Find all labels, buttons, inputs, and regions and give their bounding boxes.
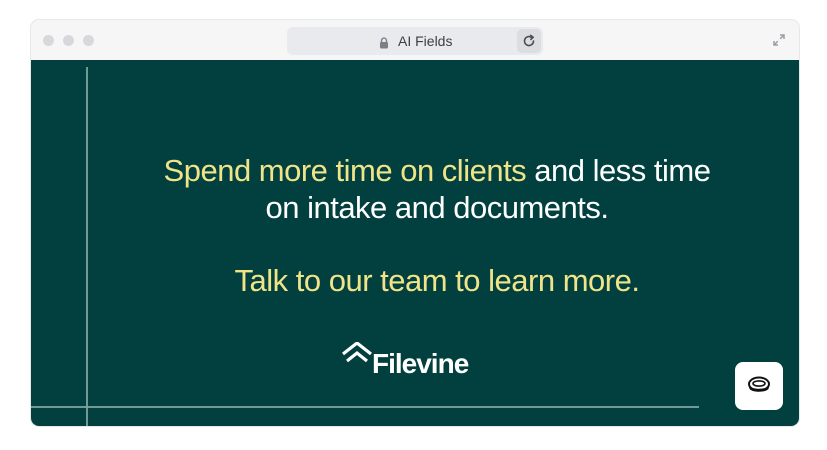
close-window-dot[interactable] xyxy=(43,35,54,46)
url-title: AI Fields xyxy=(398,33,453,49)
cta-text[interactable]: Talk to our team to learn more. xyxy=(31,262,799,299)
chat-widget-button[interactable] xyxy=(735,362,783,410)
filevine-chevron-icon xyxy=(342,342,372,363)
hero-headline: Spend more time on clients and less time… xyxy=(31,152,799,226)
chat-bubble-icon xyxy=(748,376,770,392)
horizontal-divider xyxy=(31,406,699,408)
minimize-window-dot[interactable] xyxy=(63,35,74,46)
lock-icon xyxy=(378,36,390,49)
browser-window: AI Fields Spend more time on clients and… xyxy=(31,20,799,426)
hero-section: Spend more time on clients and less time… xyxy=(31,60,799,426)
address-bar[interactable]: AI Fields xyxy=(287,27,543,55)
reload-button[interactable] xyxy=(517,29,541,53)
vertical-divider xyxy=(86,67,88,426)
zoom-window-dot[interactable] xyxy=(83,35,94,46)
reload-icon xyxy=(523,34,535,47)
filevine-logo[interactable]: Filevine xyxy=(342,342,492,382)
brand-name: Filevine xyxy=(372,348,469,379)
browser-titlebar: AI Fields xyxy=(31,20,799,60)
headline-rest: and less time xyxy=(526,153,711,188)
expand-icon[interactable] xyxy=(772,33,786,47)
headline-line-2: on intake and documents. xyxy=(265,190,609,225)
headline-highlight: Spend more time on clients xyxy=(163,153,527,188)
